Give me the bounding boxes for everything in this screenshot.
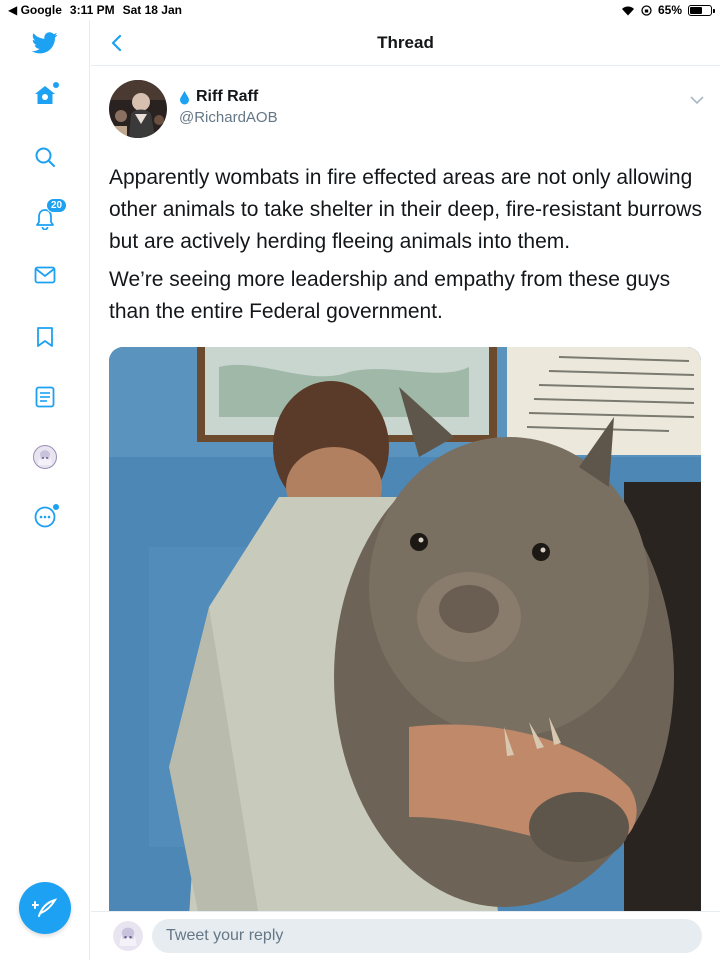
tweet-paragraph: Apparently wombats in fire effected area… [109,166,702,253]
twitter-logo-icon[interactable] [30,28,60,58]
tweet-text: Apparently wombats in fire effected area… [109,162,709,334]
back-to-app-link[interactable]: ◀ Google [8,3,62,17]
sidebar-item-bookmarks[interactable] [30,322,60,352]
bookmark-icon [37,327,53,347]
tweet-media[interactable] [109,347,701,911]
sidebar-item-messages[interactable] [30,260,60,290]
sidebar-item-explore[interactable] [30,142,60,172]
status-bar: ◀ Google 3:11 PM Sat 18 Jan 65% [0,0,720,20]
home-new-dot [53,82,59,88]
more-new-dot [53,504,59,510]
sidebar: 20 [0,20,90,960]
wombat-photo [109,347,701,911]
avatar[interactable] [113,921,143,951]
water-drop-icon [180,90,189,104]
sidebar-item-notifications[interactable]: 20 [30,198,68,234]
author-name-label: Riff Raff [196,88,259,105]
status-time: 3:11 PM [69,3,115,17]
tweet-menu-button[interactable] [690,92,704,106]
author-name[interactable]: Riff Raff [179,88,258,106]
wifi-icon [621,6,634,15]
sidebar-item-home[interactable] [30,80,60,110]
back-app-label: Google [20,3,62,17]
compose-tweet-icon [32,898,58,917]
author-avatar[interactable] [109,80,167,138]
chevron-down-icon [690,96,704,105]
battery-percent: 65% [657,3,682,17]
author-handle[interactable]: @RichardAOB [179,109,278,126]
compose-tweet-button[interactable] [19,882,71,934]
orientation-lock-icon [641,4,652,16]
sidebar-item-profile[interactable] [30,442,60,472]
sidebar-item-more[interactable] [30,502,60,532]
battery-icon [688,4,715,16]
status-right: 65% [621,3,715,17]
mail-icon [34,266,56,284]
status-left: ◀ Google 3:11 PM Sat 18 Jan [8,3,182,17]
thread-header: Thread [91,20,720,66]
battery-fill [690,6,702,14]
reply-bar [91,911,720,960]
tweet: Riff Raff @RichardAOB Apparently wombats… [91,66,720,911]
list-icon [35,386,55,408]
page-title: Thread [377,33,434,52]
reply-input[interactable] [152,919,702,953]
notifications-badge: 20 [46,198,68,213]
status-date: Sat 18 Jan [122,3,182,17]
sidebar-item-lists[interactable] [30,382,60,412]
more-icon [34,506,56,528]
search-icon [35,147,55,167]
avatar [33,445,57,469]
tweet-paragraph: We’re seeing more leadership and empathy… [109,268,671,323]
